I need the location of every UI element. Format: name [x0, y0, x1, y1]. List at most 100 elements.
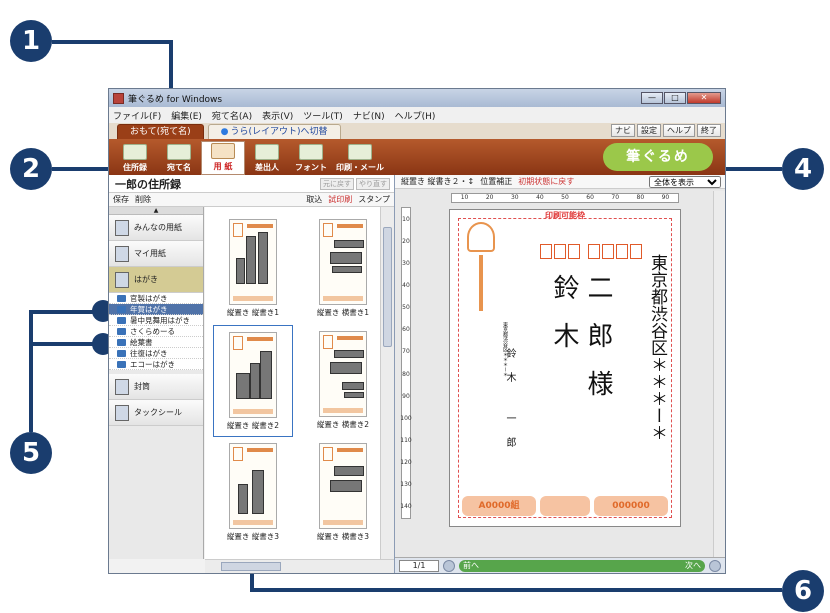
address-book-icon	[123, 144, 147, 160]
category-everyone-paper[interactable]: みんなの用紙	[109, 215, 203, 241]
thumbnail-vertical-scrollbar[interactable]	[380, 207, 394, 559]
import-button[interactable]: 取込	[306, 194, 322, 205]
exit-button[interactable]: 終了	[697, 124, 721, 137]
reset-button[interactable]: 初期状態に戻す	[518, 176, 574, 187]
callout-5-line-b	[29, 342, 99, 346]
first-page-icon[interactable]	[443, 559, 455, 572]
folder-icon	[117, 338, 126, 346]
thumb-vertical-tategaki-1[interactable]: 縦置き 縦書き1	[213, 213, 293, 325]
menu-address[interactable]: 宛て名(A)	[212, 109, 252, 122]
person-icon	[115, 245, 129, 262]
ribbon-print-mail[interactable]: 印刷・メール	[333, 141, 387, 175]
preview-vertical-scrollbar[interactable]	[713, 191, 725, 557]
thumb-card	[319, 443, 367, 529]
ribbon-address-book[interactable]: 住所録	[113, 141, 157, 175]
sub-summer-postcard[interactable]: 暑中見舞用はがき	[109, 315, 203, 326]
layout-name: 縦置き 縦書き２・↕	[401, 177, 475, 186]
zoom-select[interactable]: 全体を表示	[649, 175, 721, 188]
paper-category-list: ▲ みんなの用紙 マイ用紙 はがき 官製はがき 年賀はがき 暑中見舞用はがき さ…	[109, 207, 204, 559]
sub-echo-postcard[interactable]: エコーはがき	[109, 359, 203, 370]
menu-edit[interactable]: 編集(E)	[171, 109, 202, 122]
folder-icon	[117, 316, 126, 324]
sub-official-postcard[interactable]: 官製はがき	[109, 293, 203, 304]
undo-button[interactable]: 元に戻す	[320, 177, 354, 190]
position-fix-button[interactable]: 位置補正	[480, 176, 512, 187]
category-label: はがき	[134, 275, 158, 284]
thumb-vertical-tategaki-2[interactable]: 縦置き 縦書き2	[213, 325, 293, 437]
people-icon	[115, 219, 129, 236]
navi-button[interactable]: ナビ	[611, 124, 635, 137]
prev-button[interactable]: 前へ	[463, 560, 479, 571]
menu-view[interactable]: 表示(V)	[262, 109, 293, 122]
help-button[interactable]: ヘルプ	[663, 124, 695, 137]
ruler-tick: 70	[402, 348, 410, 356]
preview-panel: 縦置き 縦書き２・↕ 位置補正 初期状態に戻す 全体を表示 10 20 30 4…	[395, 175, 725, 573]
minimize-button[interactable]: —	[641, 92, 663, 104]
ruler-tick: 80	[636, 194, 645, 201]
ruler-tick: 50	[561, 194, 569, 201]
category-envelope[interactable]: 封筒	[109, 374, 203, 400]
delete-button[interactable]: 削除	[135, 194, 151, 205]
ruler-tick: 110	[400, 436, 412, 444]
thumb-card	[229, 443, 277, 529]
sub-new-year-postcard[interactable]: 年賀はがき	[109, 304, 203, 315]
menu-tools[interactable]: ツール(T)	[303, 109, 343, 122]
thumb-vertical-tategaki-3[interactable]: 縦置き 縦書き3	[213, 437, 293, 549]
thumb-vertical-yokogaki-2[interactable]: 縦置き 横書き2	[303, 325, 380, 437]
ribbon-font[interactable]: フォント	[289, 141, 333, 175]
sub-label: さくらめーる	[130, 326, 175, 336]
category-postcard[interactable]: はがき	[109, 267, 203, 293]
sub-reply-postcard[interactable]: 往復はがき	[109, 348, 203, 359]
thumbnail-horizontal-scrollbar[interactable]	[205, 559, 394, 573]
sub-label: 年賀はがき	[130, 304, 168, 314]
menu-navi[interactable]: ナビ(N)	[353, 109, 385, 122]
callout-2-line	[52, 167, 116, 171]
ribbon-paper[interactable]: 用 紙	[201, 141, 245, 175]
maximize-button[interactable]: □	[664, 92, 686, 104]
lottery-number: 000000	[594, 496, 668, 516]
sub-picture-postcard[interactable]: 絵葉書	[109, 337, 203, 348]
ribbon-label: フォント	[295, 163, 327, 172]
menu-file[interactable]: ファイル(F)	[113, 109, 161, 122]
app-logo: 筆ぐるめ	[603, 143, 713, 171]
thumb-card	[319, 331, 367, 417]
callout-1-line-h	[52, 40, 172, 44]
ruler-tick: 90	[661, 194, 670, 201]
sub-label: 暑中見舞用はがき	[130, 315, 190, 325]
settings-button[interactable]: 設定	[637, 124, 661, 137]
recipient-given-name[interactable]: 二郎様	[580, 274, 617, 418]
folder-icon	[117, 360, 126, 368]
postcard-preview[interactable]: 印刷可能枠 東京都渋谷区＊＊＊ー＊ 鈴木 二郎様 東京都渋谷区＊＊＊ー＊ 鈴木 …	[449, 209, 681, 527]
callout-5-line-v	[29, 310, 33, 432]
ribbon-recipient[interactable]: 宛て名	[157, 141, 201, 175]
menu-help[interactable]: ヘルプ(H)	[395, 109, 436, 122]
envelope-icon	[115, 378, 129, 395]
thumb-vertical-yokogaki-1[interactable]: 縦置き 横書き1	[303, 213, 380, 325]
category-tack-seal[interactable]: タックシール	[109, 400, 203, 426]
category-my-paper[interactable]: マイ用紙	[109, 241, 203, 267]
ribbon-sender[interactable]: 差出人	[245, 141, 289, 175]
thumb-vertical-yokogaki-3[interactable]: 縦置き 横書き3	[303, 437, 380, 549]
app-icon	[113, 92, 124, 104]
save-button[interactable]: 保存	[113, 194, 129, 205]
tab-front-address[interactable]: おもて(宛て名)	[117, 124, 204, 139]
printable-area-label: 印刷可能枠	[545, 211, 585, 220]
stamp-button[interactable]: スタンプ	[358, 194, 390, 205]
sender-name[interactable]: 鈴木 一郎	[502, 348, 517, 461]
trial-print-button[interactable]: 試印刷	[328, 194, 352, 205]
scroll-up-arrow[interactable]: ▲	[109, 207, 203, 215]
category-label: みんなの用紙	[134, 223, 182, 232]
page-indicator: 1/1	[399, 559, 439, 572]
recipient-surname[interactable]: 鈴木	[546, 274, 583, 370]
close-button[interactable]: ✕	[687, 92, 721, 104]
last-page-icon[interactable]	[709, 559, 721, 572]
ruler-tick: 80	[402, 370, 410, 378]
folder-icon	[117, 305, 126, 313]
tab-back-layout[interactable]: うら(レイアウト)へ切替	[207, 124, 341, 139]
navigation-bar: 前へ 次へ	[459, 559, 705, 572]
next-button[interactable]: 次へ	[685, 560, 701, 571]
sub-sakura-mail[interactable]: さくらめーる	[109, 326, 203, 337]
callout-2: 2	[10, 148, 52, 190]
recipient-address[interactable]: 東京都渋谷区＊＊＊ー＊	[647, 254, 667, 441]
redo-button[interactable]: やり直す	[356, 177, 390, 190]
